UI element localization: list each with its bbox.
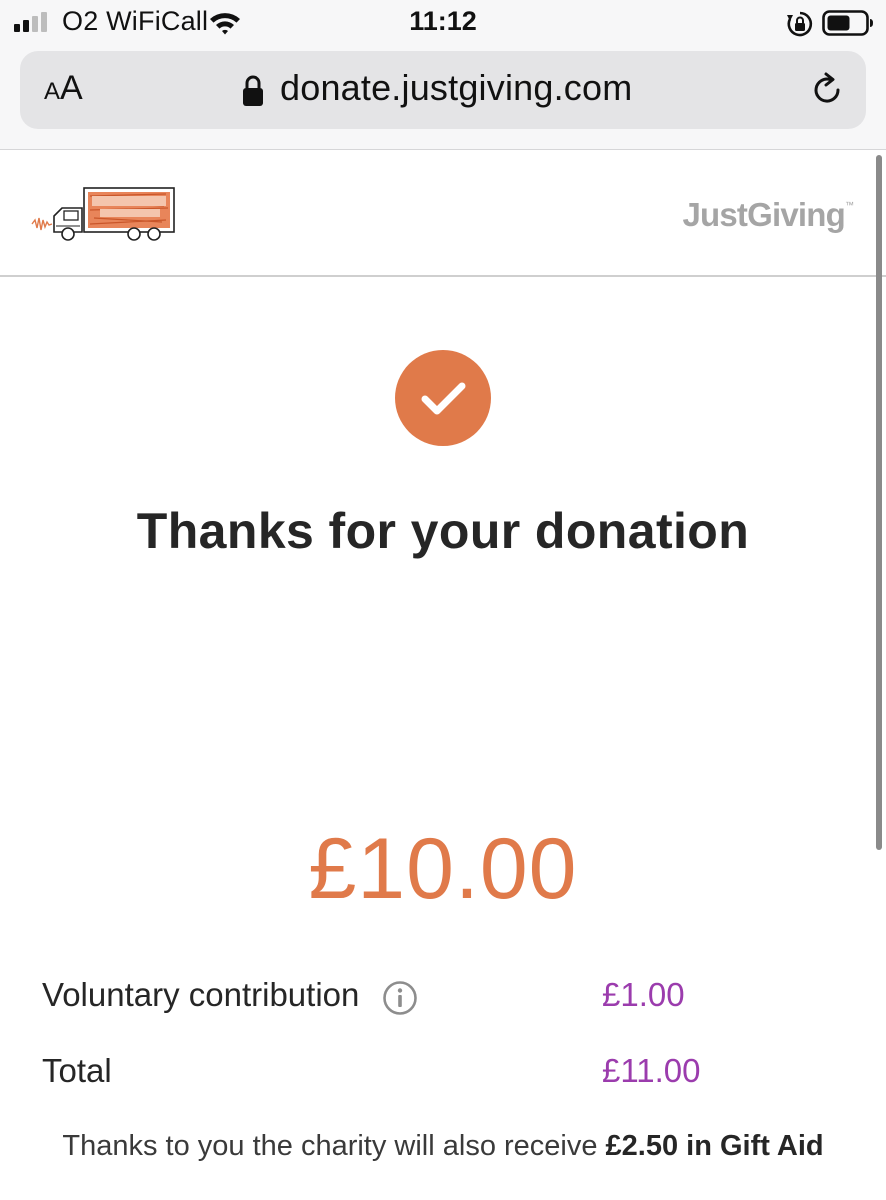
text-size-button[interactable]: AA bbox=[44, 69, 83, 108]
gift-aid-amount: £2.50 in Gift Aid bbox=[605, 1130, 824, 1162]
status-time: 11:12 bbox=[409, 6, 477, 36]
justgiving-logo[interactable]: JustGiving™ bbox=[682, 196, 854, 234]
voluntary-contribution-row: Voluntary contribution £1.00 bbox=[42, 976, 842, 1020]
lock-icon bbox=[243, 75, 263, 106]
success-badge bbox=[395, 350, 491, 446]
checkmark-icon bbox=[421, 382, 466, 415]
rotation-lock-icon bbox=[787, 11, 813, 37]
page-title: Thanks for your donation bbox=[136, 503, 750, 559]
charity-truck-logo[interactable] bbox=[30, 180, 180, 246]
battery-icon bbox=[822, 10, 873, 36]
total-value: £11.00 bbox=[602, 1052, 701, 1089]
total-label: Total bbox=[42, 1052, 112, 1089]
address-bar[interactable]: AA donate.justgiving.com bbox=[20, 51, 866, 129]
gift-aid-prefix: Thanks to you the charity will also rece… bbox=[62, 1130, 606, 1162]
voluntary-contribution-value: £1.00 bbox=[602, 976, 685, 1013]
voluntary-contribution-label: Voluntary contribution bbox=[42, 976, 360, 1013]
reload-icon[interactable] bbox=[808, 71, 846, 109]
page-header: JustGiving™ bbox=[0, 150, 886, 277]
url-text[interactable]: donate.justgiving.com bbox=[280, 67, 632, 109]
gift-aid-message: Thanks to you the charity will also rece… bbox=[0, 1130, 886, 1163]
total-row: Total £11.00 bbox=[42, 1052, 842, 1096]
browser-toolbar: AA donate.justgiving.com bbox=[0, 46, 886, 150]
donation-amount: £10.00 bbox=[308, 821, 578, 917]
info-icon[interactable] bbox=[382, 980, 418, 1016]
status-bar: O2 WiFiCall 11:12 bbox=[0, 0, 886, 46]
